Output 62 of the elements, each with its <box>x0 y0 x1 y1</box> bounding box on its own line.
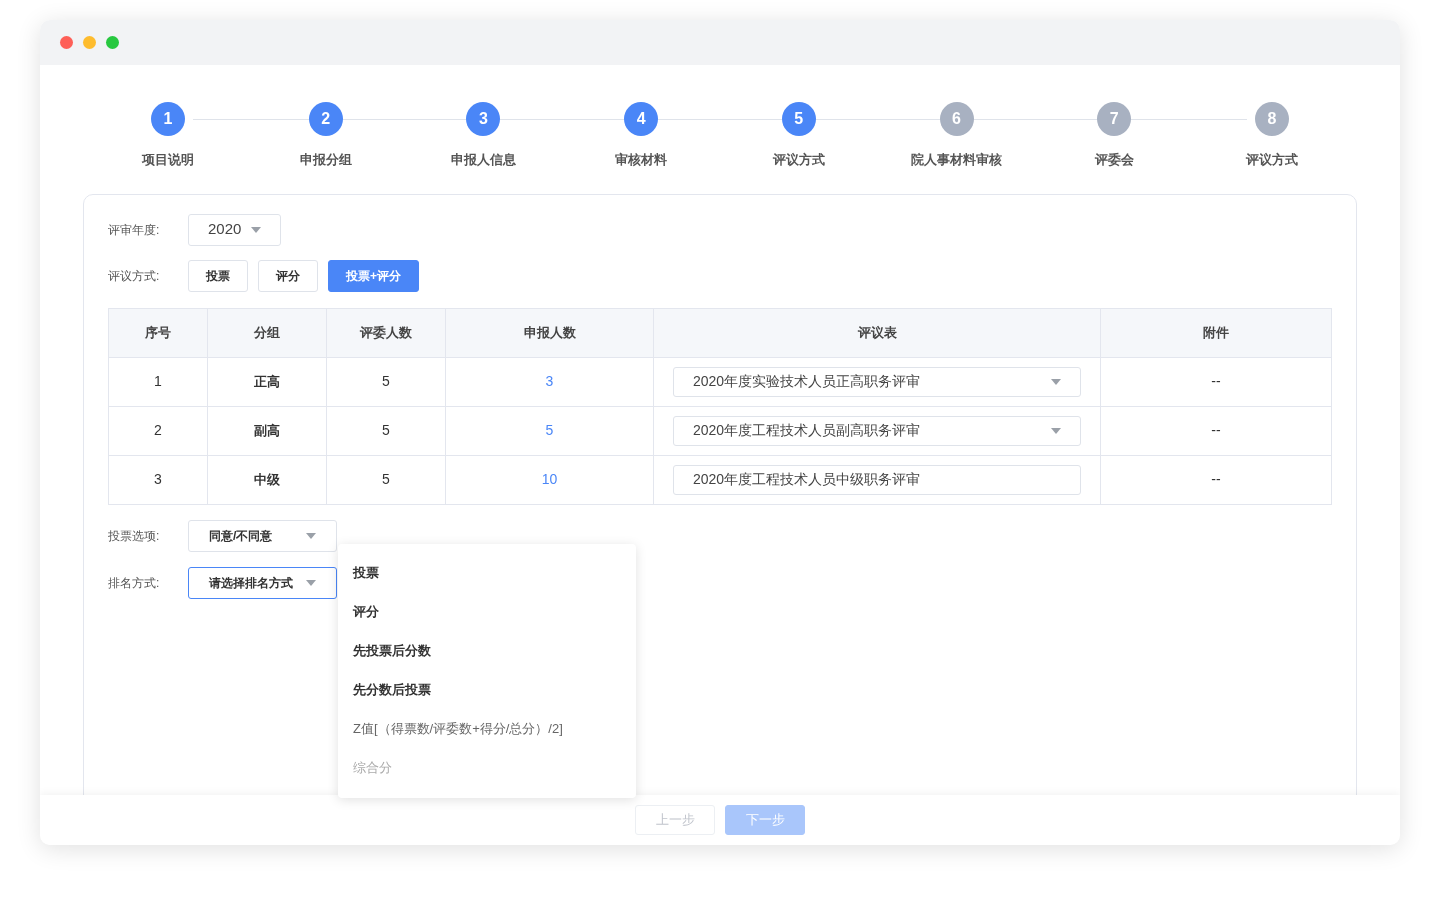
table-cell: 2 <box>108 406 208 455</box>
table-cell: 5 <box>326 455 446 504</box>
column-header: 分组 <box>207 308 327 357</box>
step-label: 项目说明 <box>142 151 194 169</box>
select-field[interactable]: 同意/不同意 <box>188 519 337 552</box>
step-number: 1 <box>151 102 185 136</box>
table-cell: 5 <box>326 357 446 406</box>
table-cell: -- <box>1100 357 1332 406</box>
column-header: 申报人数 <box>445 308 654 357</box>
column-header: 序号 <box>108 308 208 357</box>
caret-icon <box>1051 378 1061 385</box>
form-field[interactable]: 2020年度工程技术人员中级职务评审 <box>673 464 1081 495</box>
table-cell: 副高 <box>207 406 327 455</box>
caret-icon <box>306 532 316 539</box>
field-label: 评审年度: <box>108 221 161 239</box>
field-label: 投票选项: <box>108 527 161 545</box>
step-number: 2 <box>308 102 343 136</box>
caret-icon <box>251 226 262 233</box>
table-cell: 5 <box>326 406 446 455</box>
menu-item[interactable]: 投票 <box>338 553 636 593</box>
column-header: 附件 <box>1100 308 1332 357</box>
step-label: 评议方式 <box>772 151 825 169</box>
field-label: 排名方式: <box>108 574 161 592</box>
table-cell: 正高 <box>207 357 327 406</box>
step-number: 4 <box>624 102 659 136</box>
table-cell: 中级 <box>207 455 327 504</box>
step-number: 6 <box>939 102 974 136</box>
step-label: 申报人信息 <box>450 151 516 169</box>
step-label: 申报分组 <box>299 151 352 169</box>
step-number: 7 <box>1097 102 1132 136</box>
method-button[interactable]: 评分 <box>258 259 318 292</box>
minimize-icon[interactable] <box>83 36 96 49</box>
step-label: 评委会 <box>1094 151 1134 169</box>
applicant-count-link[interactable]: 10 <box>541 471 558 487</box>
step-label: 评议方式 <box>1245 151 1298 169</box>
caret-icon <box>306 579 316 586</box>
form-select[interactable]: 2020年度工程技术人员副高职务评审 <box>673 415 1081 446</box>
menu-item[interactable]: 先投票后分数 <box>338 631 636 671</box>
column-header: 评议表 <box>653 308 1101 357</box>
menu-item[interactable]: 评分 <box>338 592 636 632</box>
applicant-count-link[interactable]: 5 <box>545 422 554 438</box>
year-select[interactable]: 2020 <box>188 213 282 246</box>
table-cell: 1 <box>108 357 208 406</box>
form-select[interactable]: 2020年度实验技术人员正高职务评审 <box>673 366 1081 397</box>
applicant-count-link[interactable]: 3 <box>545 373 554 389</box>
step-label: 院人事材料审核 <box>911 151 1002 169</box>
method-button[interactable]: 投票 <box>188 259 248 292</box>
select-field[interactable]: 请选择排名方式 <box>188 566 337 599</box>
table-cell: -- <box>1100 406 1332 455</box>
caret-icon <box>1051 427 1061 434</box>
maximize-icon[interactable] <box>106 36 119 49</box>
menu-item[interactable]: 先分数后投票 <box>338 670 636 710</box>
table-cell: -- <box>1100 455 1332 504</box>
step-number: 3 <box>466 102 501 136</box>
step-number: 5 <box>781 102 816 136</box>
close-icon[interactable] <box>60 36 73 49</box>
table-cell: 3 <box>108 455 208 504</box>
step-number: 8 <box>1254 102 1289 136</box>
step-label: 审核材料 <box>615 151 668 169</box>
column-header: 评委人数 <box>326 308 446 357</box>
field-label: 评议方式: <box>108 267 161 285</box>
menu-item[interactable]: Z值[（得票数/评委数+得分/总分）/2] <box>338 709 636 749</box>
